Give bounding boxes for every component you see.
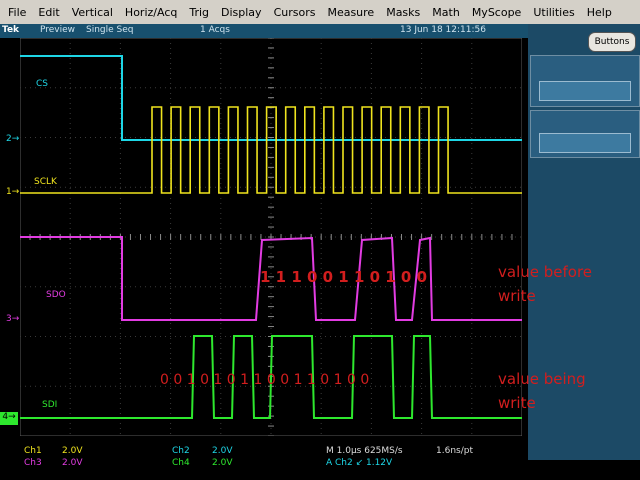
- ch3-readout-label[interactable]: Ch3: [24, 458, 42, 468]
- sdo-bits-annotation: 1 1 1 0 0 1 1 0 1 0 0: [260, 268, 428, 286]
- sdi-bits-annotation: 0 0 1 0 1 0 1 1 0 0 1 1 0 1 0 0: [160, 372, 370, 388]
- ch2-readout-value: 2.0V: [212, 446, 233, 456]
- menu-bar: File Edit Vertical Horiz/Acq Trig Displa…: [0, 0, 640, 24]
- ch4-readout-label[interactable]: Ch4: [172, 458, 190, 468]
- ch3-marker[interactable]: 3→: [6, 314, 19, 324]
- sdi-label: SDI: [42, 400, 58, 410]
- ch1-readout-value: 2.0V: [62, 446, 83, 456]
- resolution-readout: 1.6ns/pt: [436, 446, 473, 456]
- sdo-annotation-line1: value before: [498, 263, 593, 281]
- menu-measure[interactable]: Measure: [321, 6, 380, 19]
- side-control-1-field[interactable]: [539, 81, 631, 101]
- seq-label: Single Seq: [86, 25, 134, 35]
- menu-trig[interactable]: Trig: [183, 6, 215, 19]
- sclk-label: SCLK: [34, 177, 57, 187]
- timebase-readout[interactable]: M 1.0µs 625MS/s: [326, 446, 403, 456]
- status-bar: Tek Preview Single Seq 1 Acqs 13 Jun 18 …: [0, 24, 528, 38]
- sdi-annotation-line2: write: [498, 394, 536, 412]
- ch1-readout-label[interactable]: Ch1: [24, 446, 42, 456]
- mode-label: Preview: [40, 25, 76, 35]
- menu-cursors[interactable]: Cursors: [268, 6, 322, 19]
- buttons-button[interactable]: Buttons: [588, 32, 636, 52]
- ch4-readout-value: 2.0V: [212, 458, 233, 468]
- menu-display[interactable]: Display: [215, 6, 268, 19]
- menu-vertical[interactable]: Vertical: [66, 6, 119, 19]
- menu-edit[interactable]: Edit: [32, 6, 65, 19]
- acqs-label: 1 Acqs: [200, 25, 230, 35]
- ch2-readout-label[interactable]: Ch2: [172, 446, 190, 456]
- sdo-annotation-line2: write: [498, 287, 536, 305]
- sdi-annotation-line1: value being: [498, 370, 586, 388]
- ch1-marker[interactable]: 1→: [6, 187, 19, 197]
- ch4-marker[interactable]: 4→: [0, 412, 18, 425]
- side-control-1[interactable]: [530, 55, 640, 107]
- brand-label: Tek: [2, 25, 20, 35]
- menu-utilities[interactable]: Utilities: [527, 6, 580, 19]
- menu-math[interactable]: Math: [426, 6, 466, 19]
- cs-label: CS: [36, 79, 48, 89]
- menu-help[interactable]: Help: [581, 6, 618, 19]
- side-control-2-field[interactable]: [539, 133, 631, 153]
- ch3-readout-value: 2.0V: [62, 458, 83, 468]
- side-control-2[interactable]: [530, 110, 640, 158]
- menu-horiz-acq[interactable]: Horiz/Acq: [119, 6, 183, 19]
- menu-file[interactable]: File: [0, 6, 32, 19]
- sdo-label: SDO: [46, 290, 66, 300]
- trigger-readout[interactable]: A Ch2 ↙ 1.12V: [326, 458, 392, 468]
- ch2-marker[interactable]: 2→: [6, 134, 19, 144]
- datetime-label: 13 Jun 18 12:11:56: [400, 25, 486, 35]
- menu-masks[interactable]: Masks: [380, 6, 426, 19]
- readout-bar: Ch1 2.0V Ch3 2.0V Ch2 2.0V Ch4 2.0V M 1.…: [0, 440, 528, 480]
- menu-myscope[interactable]: MyScope: [466, 6, 528, 19]
